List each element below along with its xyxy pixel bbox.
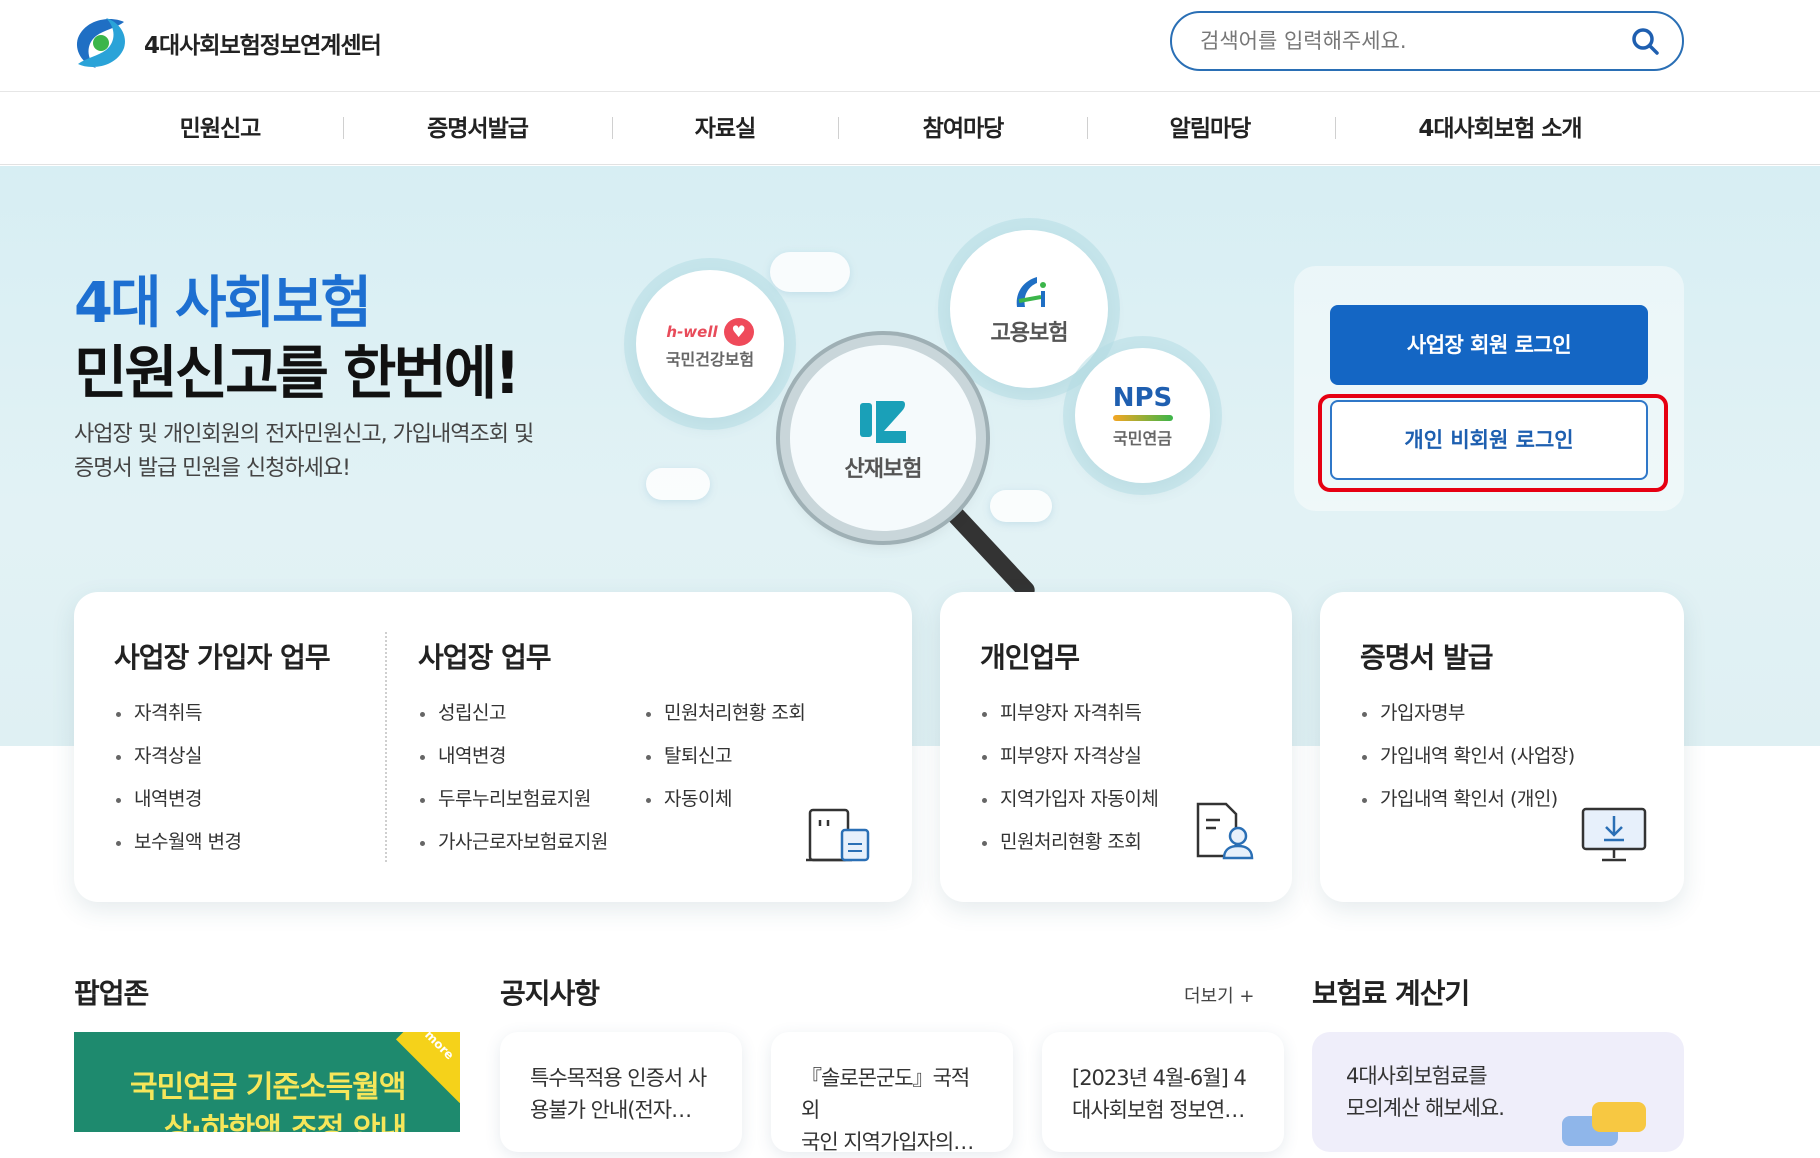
nav-item-notice[interactable]: 알림마당 bbox=[1140, 93, 1280, 165]
calculator-text: 4대사회보험료를 bbox=[1346, 1064, 1488, 1088]
list-item[interactable]: 탈퇴신고 bbox=[644, 735, 805, 778]
list-item[interactable]: 두루누리보험료지원 bbox=[418, 778, 608, 821]
notice-item-text: [2023년 4월-6월] 4 bbox=[1072, 1066, 1247, 1090]
notice-title: 공지사항 bbox=[500, 977, 600, 1010]
notice-item[interactable]: [2023년 4월-6월] 4 대사회보험 정보연… bbox=[1042, 1032, 1284, 1152]
certificate-card: 증명서 발급 가입자명부 가입내역 확인서 (사업장) 가입내역 확인서 (개인… bbox=[1320, 592, 1684, 902]
nav-item-about[interactable]: 4대사회보험 소개 bbox=[1390, 93, 1610, 165]
nav-item-archive[interactable]: 자료실 bbox=[655, 93, 795, 165]
card-title-subscriber: 사업장 가입자 업무 bbox=[114, 641, 331, 674]
hero-description-line: 사업장 및 개인회원의 전자민원신고, 가입내역조회 및 bbox=[74, 422, 534, 447]
nav-divider bbox=[1335, 117, 1336, 139]
building-document-icon bbox=[806, 808, 870, 862]
notice-item[interactable]: 특수목적용 인증서 사 용불가 안내(전자… bbox=[500, 1032, 742, 1152]
health-insurance-label: 국민건강보험 bbox=[665, 350, 755, 369]
list-item[interactable]: 가입내역 확인서 (개인) bbox=[1360, 778, 1575, 821]
list-item[interactable]: 민원처리현황 조회 bbox=[644, 692, 806, 735]
cloud-decoration bbox=[990, 490, 1052, 522]
main-navigation: 민원신고 증명서발급 자료실 참여마당 알림마당 4대사회보험 소개 bbox=[0, 93, 1820, 165]
document-user-icon bbox=[1196, 802, 1254, 860]
pension-badge: NPS 국민연금 bbox=[1075, 348, 1210, 483]
popup-banner-text: 상·하한액 조정 안내 bbox=[164, 1112, 407, 1132]
list-item[interactable]: 보수월액 변경 bbox=[114, 821, 242, 864]
list-item[interactable]: 성립신고 bbox=[418, 692, 608, 735]
highlight-box bbox=[1318, 394, 1668, 492]
search-bar bbox=[1170, 11, 1684, 71]
card-title-personal: 개인업무 bbox=[980, 641, 1080, 674]
employment-ei-icon bbox=[1016, 277, 1046, 307]
notice-item-text: 국인 지역가입자의… bbox=[801, 1130, 974, 1154]
certificate-list: 가입자명부 가입내역 확인서 (사업장) 가입내역 확인서 (개인) bbox=[1360, 692, 1575, 821]
heart-icon: ♥ bbox=[723, 318, 754, 346]
list-item[interactable]: 내역변경 bbox=[418, 735, 608, 778]
chat-bubbles-icon bbox=[1562, 1102, 1652, 1146]
more-button[interactable]: 더보기 + bbox=[1184, 982, 1254, 1008]
health-brand-text: h-well bbox=[666, 323, 718, 341]
site-title: 4대사회보험정보연계센터 bbox=[144, 33, 382, 59]
notice-item[interactable]: 『솔로몬군도』국적 외 국인 지역가입자의… bbox=[771, 1032, 1013, 1154]
list-item[interactable]: 가사근로자보험료지원 bbox=[418, 821, 608, 864]
pension-swoosh-icon bbox=[1112, 414, 1173, 421]
industrial-accident-badge: 산재보험 bbox=[790, 345, 976, 531]
pension-brand-text: NPS bbox=[1112, 382, 1173, 413]
list-item[interactable]: 내역변경 bbox=[114, 778, 241, 821]
business-services-card: 사업장 가입자 업무 자격취득 자격상실 내역변경 보수월액 변경 사업장 업무… bbox=[74, 592, 912, 902]
nav-divider bbox=[343, 117, 344, 139]
employment-insurance-label: 고용보험 bbox=[990, 321, 1069, 346]
industrial-accident-label: 산재보험 bbox=[844, 457, 923, 482]
hero-description: 사업장 및 개인회원의 전자민원신고, 가입내역조회 및 증명서 발급 민원을 … bbox=[74, 418, 594, 486]
card-title-certificate: 증명서 발급 bbox=[1360, 641, 1494, 674]
list-item[interactable]: 자동이체 bbox=[644, 778, 805, 821]
subscriber-task-list: 자격취득 자격상실 내역변경 보수월액 변경 bbox=[114, 692, 242, 864]
list-item[interactable]: 피부양자 자격상실 bbox=[980, 735, 1158, 778]
industrial-accident-icon bbox=[860, 401, 906, 443]
nav-divider bbox=[838, 117, 839, 139]
popup-banner-text: 국민연금 기준소득월액 bbox=[130, 1070, 406, 1105]
card-title-business: 사업장 업무 bbox=[418, 641, 552, 674]
nav-item-civil-report[interactable]: 민원신고 bbox=[150, 93, 290, 165]
personal-task-list: 피부양자 자격취득 피부양자 자격상실 지역가입자 자동이체 민원처리현황 조회 bbox=[980, 692, 1159, 864]
hero-title: 민원신고를 한번에! bbox=[74, 339, 521, 407]
calculator-title: 보험료 계산기 bbox=[1312, 977, 1470, 1010]
logo-icon bbox=[76, 18, 126, 68]
cloud-decoration bbox=[770, 252, 850, 292]
business-task-list: 성립신고 내역변경 두루누리보험료지원 가사근로자보험료지원 bbox=[418, 692, 608, 864]
list-item[interactable]: 자격상실 bbox=[114, 735, 241, 778]
hero-description-line: 증명서 발급 민원을 신청하세요! bbox=[74, 456, 351, 481]
cloud-decoration bbox=[646, 468, 710, 500]
business-login-button[interactable]: 사업장 회원 로그인 bbox=[1330, 305, 1648, 385]
list-item[interactable]: 가입내역 확인서 (사업장) bbox=[1360, 735, 1575, 778]
pension-label: 국민연금 bbox=[1113, 428, 1172, 448]
employment-insurance-badge: 고용보험 bbox=[950, 230, 1108, 388]
list-item[interactable]: 지역가입자 자동이체 bbox=[980, 778, 1159, 821]
notice-item-text: 『솔로몬군도』국적 외 bbox=[801, 1066, 970, 1122]
nav-divider bbox=[1087, 117, 1088, 139]
search-input[interactable] bbox=[1200, 29, 1630, 53]
nav-divider bbox=[612, 117, 613, 139]
site-logo[interactable]: 4대사회보험정보연계센터 bbox=[72, 14, 382, 72]
monitor-download-icon bbox=[1581, 807, 1647, 862]
notice-item-text: 대사회보험 정보연… bbox=[1072, 1098, 1245, 1122]
insurance-calculator-card[interactable]: 4대사회보험료를 모의계산 해보세요. bbox=[1312, 1032, 1684, 1152]
business-task-list-2: 민원처리현황 조회 탈퇴신고 자동이체 bbox=[644, 692, 806, 821]
notice-item-text: 특수목적용 인증서 사 bbox=[530, 1066, 707, 1090]
list-item[interactable]: 피부양자 자격취득 bbox=[980, 692, 1158, 735]
notice-item-text: 용불가 안내(전자… bbox=[530, 1098, 692, 1122]
nav-item-participation[interactable]: 참여마당 bbox=[893, 93, 1033, 165]
health-insurance-badge: h-well ♥ 국민건강보험 bbox=[636, 270, 784, 418]
list-item[interactable]: 자격취득 bbox=[114, 692, 241, 735]
card-divider bbox=[385, 632, 387, 862]
list-item[interactable]: 민원처리현황 조회 bbox=[980, 821, 1158, 864]
popup-zone-title: 팝업존 bbox=[74, 977, 149, 1010]
personal-services-card: 개인업무 피부양자 자격취득 피부양자 자격상실 지역가입자 자동이체 민원처리… bbox=[940, 592, 1292, 902]
search-icon[interactable] bbox=[1630, 26, 1660, 56]
list-item[interactable]: 가입자명부 bbox=[1360, 692, 1575, 735]
site-header: 4대사회보험정보연계센터 bbox=[0, 0, 1820, 92]
nav-item-certificate[interactable]: 증명서발급 bbox=[400, 93, 555, 165]
popup-banner[interactable]: 국민연금 기준소득월액 상·하한액 조정 안내 more bbox=[74, 1032, 460, 1132]
